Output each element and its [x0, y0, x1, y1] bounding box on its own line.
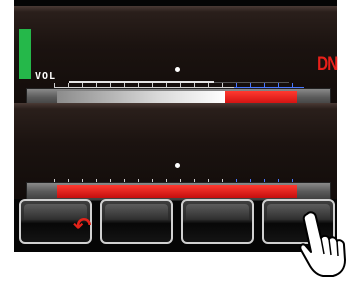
hand-pointer-icon — [299, 211, 346, 277]
bottom-meter-red-fill — [57, 185, 297, 198]
mode-label-dn: DN — [316, 54, 338, 75]
soft-key-2[interactable] — [100, 199, 173, 244]
vol-label: VOL — [35, 71, 57, 82]
undo-arrow-icon: ↶ — [73, 214, 92, 239]
top-tick-scale — [54, 81, 304, 88]
soft-key-3[interactable] — [181, 199, 254, 244]
signal-level-bar — [19, 29, 31, 79]
button-shine — [105, 204, 168, 220]
bottom-marker-dot — [175, 163, 180, 168]
soft-key-1-undo[interactable]: ↶ — [19, 199, 92, 244]
volume-marker-dot — [175, 67, 180, 72]
radio-display: VOL DN ↶ — [14, 0, 338, 252]
soft-key-row: ↶ — [19, 199, 337, 249]
bottom-channel-pane — [14, 103, 337, 201]
button-shine — [186, 204, 249, 220]
top-channel-pane: VOL DN — [14, 6, 338, 107]
